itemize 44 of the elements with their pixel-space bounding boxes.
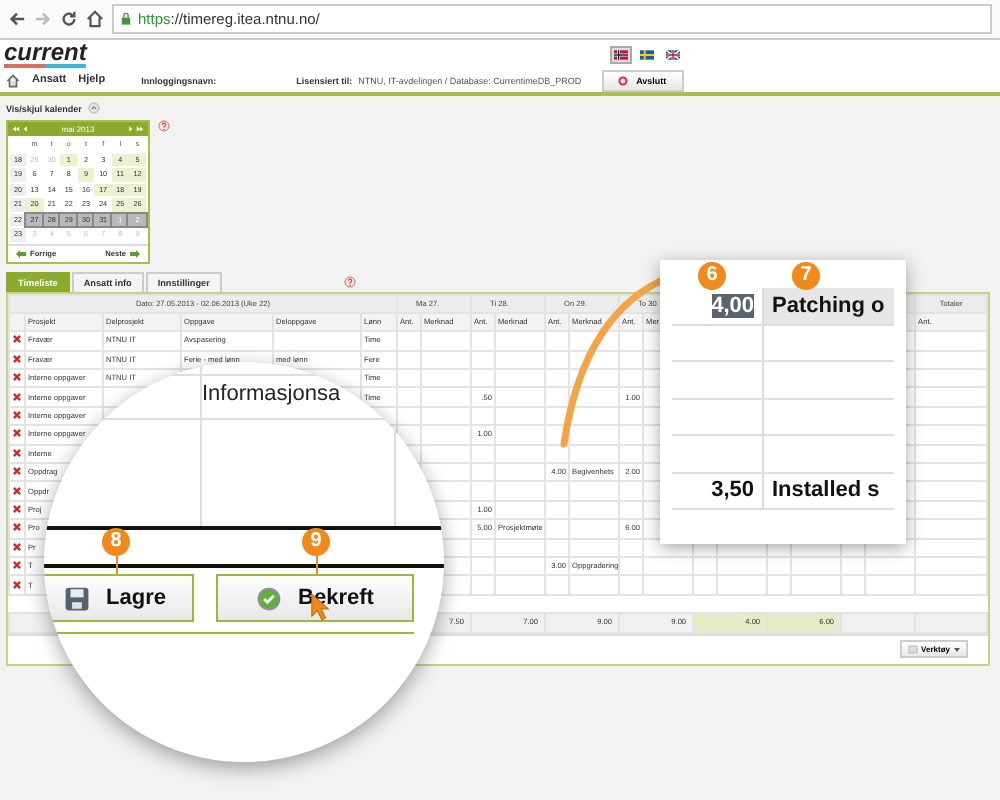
home-icon[interactable] [6, 73, 20, 87]
delete-icon[interactable] [12, 391, 22, 402]
right-arrow-icon[interactable] [126, 126, 134, 132]
flag-icon[interactable] [610, 45, 633, 63]
help-icon[interactable] [343, 275, 356, 287]
power-icon [618, 75, 629, 85]
delete-icon[interactable] [12, 372, 22, 383]
step-badge: 6 [698, 262, 726, 290]
double-right-arrow-icon[interactable] [136, 126, 144, 132]
left-arrow-icon [16, 249, 26, 257]
leader-line [316, 556, 318, 574]
flag-icon[interactable] [636, 45, 659, 63]
amount-cell[interactable]: 4,00 [711, 293, 754, 318]
delete-icon[interactable] [12, 428, 22, 439]
delete-icon[interactable] [12, 560, 22, 571]
delete-icon[interactable] [12, 503, 22, 514]
check-icon [256, 585, 283, 611]
delete-icon[interactable] [12, 447, 22, 458]
caret-icon [954, 647, 960, 652]
delete-icon[interactable] [12, 579, 22, 590]
home-icon[interactable] [86, 10, 104, 28]
delete-icon[interactable] [12, 522, 22, 533]
step-badge: 8 [102, 528, 130, 556]
step-badge: 9 [302, 528, 330, 556]
right-arrow-icon [130, 249, 140, 257]
back-icon[interactable] [8, 10, 26, 28]
double-left-arrow-icon[interactable] [12, 126, 20, 132]
delete-icon[interactable] [12, 410, 22, 421]
note-cell[interactable]: Installed s [772, 478, 880, 503]
help-icon[interactable] [158, 120, 170, 132]
leader-line [116, 556, 118, 574]
delete-icon[interactable] [12, 485, 22, 496]
lock-icon [120, 12, 132, 26]
save-button[interactable]: Lagre [44, 574, 194, 622]
reload-icon[interactable] [60, 10, 78, 28]
step-badge: 7 [792, 262, 820, 290]
amount-cell[interactable]: 3,50 [711, 478, 754, 503]
toggle-icon[interactable] [87, 102, 100, 114]
delete-icon[interactable] [12, 353, 22, 364]
left-arrow-icon[interactable] [22, 126, 30, 132]
delete-icon[interactable] [12, 334, 22, 345]
text-field[interactable]: Informasjonsa [202, 382, 341, 406]
delete-icon[interactable] [12, 541, 22, 552]
delete-icon[interactable] [12, 466, 22, 477]
